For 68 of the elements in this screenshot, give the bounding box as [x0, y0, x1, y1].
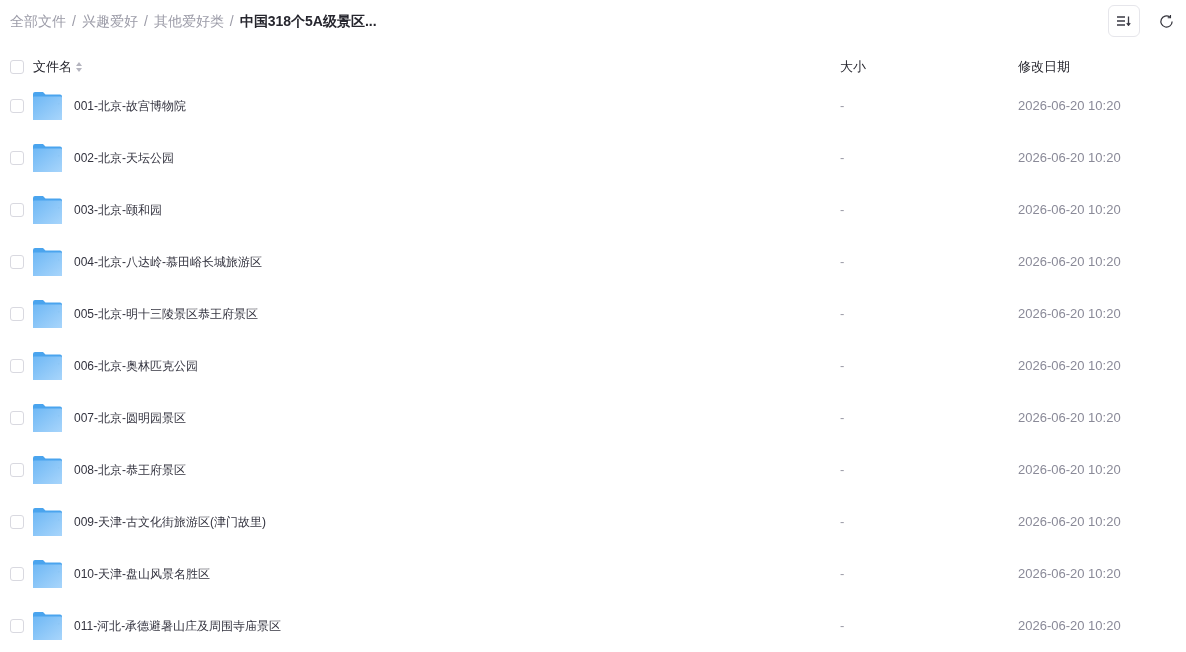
column-header: 大小 [840, 58, 866, 77]
checkbox[interactable] [10, 463, 24, 477]
file-size: - [840, 565, 845, 584]
file-size: - [840, 513, 845, 532]
checkbox[interactable] [10, 567, 24, 581]
modified-date: 2026-06-20 10:20 [1018, 305, 1121, 324]
folder-icon [33, 92, 62, 120]
checkbox[interactable] [10, 307, 24, 321]
checkbox[interactable] [10, 151, 24, 165]
folder-icon [33, 248, 62, 276]
folder-icon [33, 612, 62, 640]
modified-date: 2026-06-20 10:20 [1018, 461, 1121, 480]
file-name[interactable]: 010-天津-盘山风景名胜区 [74, 565, 210, 583]
file-name[interactable]: 005-北京-明十三陵景区恭王府景区 [74, 305, 258, 323]
modified-date: 2026-06-20 10:20 [1018, 357, 1121, 376]
file-size: - [840, 149, 845, 168]
file-name[interactable]: 002-北京-天坛公园 [74, 149, 174, 167]
modified-date: 2026-06-20 10:20 [1018, 97, 1121, 116]
folder-icon [33, 300, 62, 328]
checkbox[interactable] [10, 359, 24, 373]
column-header: 修改日期 [1018, 58, 1070, 77]
file-name[interactable]: 001-北京-故宫博物院 [74, 97, 186, 115]
file-size: - [840, 409, 845, 428]
checkbox[interactable] [10, 60, 24, 74]
modified-date: 2026-06-20 10:20 [1018, 149, 1121, 168]
modified-date: 2026-06-20 10:20 [1018, 565, 1121, 584]
file-name[interactable]: 011-河北-承德避暑山庄及周围寺庙景区 [74, 617, 282, 635]
column-header[interactable]: 文件名 [33, 57, 72, 77]
folder-icon [33, 404, 62, 432]
checkbox[interactable] [10, 203, 24, 217]
file-size: - [840, 305, 845, 324]
file-size: - [840, 357, 845, 376]
file-size: - [840, 97, 845, 116]
checkbox[interactable] [10, 515, 24, 529]
folder-icon [33, 352, 62, 380]
file-size: - [840, 253, 845, 272]
folder-icon [33, 196, 62, 224]
modified-date: 2026-06-20 10:20 [1018, 409, 1121, 428]
checkbox[interactable] [10, 619, 24, 633]
file-size: - [840, 461, 845, 480]
breadcrumb-separator: / [143, 11, 148, 31]
file-size: - [840, 201, 845, 220]
checkbox[interactable] [10, 99, 24, 113]
file-name[interactable]: 007-北京-圆明园景区 [74, 409, 186, 427]
breadcrumb-separator: / [229, 11, 234, 31]
file-size: - [840, 617, 845, 636]
refresh-button[interactable] [1158, 13, 1174, 29]
folder-icon [33, 508, 62, 536]
modified-date: 2026-06-20 10:20 [1018, 617, 1121, 636]
refresh-icon [1158, 13, 1174, 29]
sort-button[interactable] [1108, 5, 1140, 37]
breadcrumb-separator: / [72, 11, 76, 31]
modified-date: 2026-06-20 10:20 [1018, 253, 1121, 272]
checkbox[interactable] [10, 411, 24, 425]
checkbox[interactable] [10, 255, 24, 269]
file-name[interactable]: 009-天津-古文化街旅游区(津门故里) [74, 513, 266, 531]
file-name[interactable]: 008-北京-恭王府景区 [74, 461, 186, 479]
folder-icon [33, 144, 62, 172]
modified-date: 2026-06-20 10:20 [1018, 513, 1121, 532]
file-name[interactable]: 004-北京-八达岭-慕田峪长城旅游区 [74, 253, 262, 271]
file-name[interactable]: 003-北京-颐和园 [74, 201, 162, 219]
sort-icon[interactable] [76, 62, 82, 72]
breadcrumb-current[interactable]: 中国318个5A级景区... [239, 10, 377, 32]
file-name[interactable]: 006-北京-奥林匹克公园 [74, 357, 198, 375]
folder-icon [33, 456, 62, 484]
folder-icon [33, 560, 62, 588]
sort-lines-icon [1117, 16, 1131, 26]
modified-date: 2026-06-20 10:20 [1018, 201, 1121, 220]
